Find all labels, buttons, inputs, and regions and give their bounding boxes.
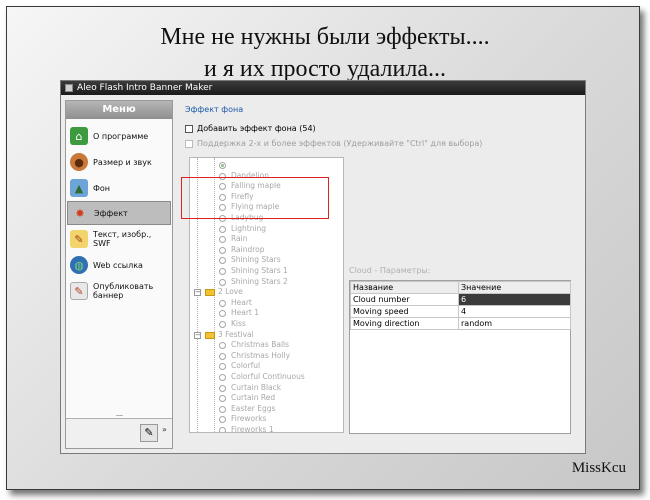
radio-icon[interactable] xyxy=(219,363,226,371)
radio-icon[interactable] xyxy=(219,246,226,254)
checkbox-box[interactable] xyxy=(185,139,193,148)
caption-line-2: и я их просто удалила... xyxy=(203,56,446,82)
sidebar-item-effect[interactable]: ✸ Эффект xyxy=(67,201,171,225)
radio-icon[interactable] xyxy=(219,395,226,403)
caption-line-1: Мне не нужны были эффекты.... xyxy=(160,24,490,50)
sparkle-icon: ✸ xyxy=(75,206,85,220)
column-header-name[interactable]: Название xyxy=(350,281,459,294)
pencil-icon: ✎ xyxy=(70,230,88,248)
radio-icon[interactable] xyxy=(219,236,226,244)
radio-icon[interactable] xyxy=(219,405,226,413)
edit-button[interactable]: ✎ xyxy=(140,424,158,442)
params-label: Cloud - Параметры: xyxy=(349,266,431,275)
sidebar-item-about[interactable]: ⌂ О программе xyxy=(67,124,171,148)
radio-icon[interactable] xyxy=(219,257,226,265)
table-row[interactable]: Moving speed 4 xyxy=(350,305,571,318)
param-name: Moving direction xyxy=(350,317,459,330)
sidebar-item-label: Опубликовать баннер xyxy=(93,282,154,300)
sidebar-item-background[interactable]: ▲ Фон xyxy=(67,176,171,200)
radio-icon[interactable] xyxy=(219,299,226,307)
sidebar-item-label: Web ссылка xyxy=(93,260,143,270)
tree-item-label: Heart xyxy=(231,297,252,307)
tree-item-label: 2 Love xyxy=(218,287,243,297)
tree-item-label: Shining Stars 1 xyxy=(231,266,288,275)
sidebar-item-label: Размер и звук xyxy=(93,157,152,167)
window-title: Aleo Flash Intro Banner Maker xyxy=(77,83,213,93)
section-title: Эффект фона xyxy=(185,105,244,114)
radio-icon[interactable] xyxy=(219,310,226,318)
tree-item-label: Heart 1 xyxy=(231,308,260,318)
folder-icon xyxy=(205,289,215,297)
home-icon: ⌂ xyxy=(70,127,88,145)
radio-icon[interactable] xyxy=(219,278,226,286)
publish-icon: ✎ xyxy=(70,282,88,300)
sidebar-item-label: Эффект xyxy=(94,208,128,218)
param-value[interactable]: random xyxy=(458,317,571,330)
multi-effect-checkbox[interactable]: Поддержка 2-х и более эффектов (Удержива… xyxy=(185,139,482,148)
signature: MissKcu xyxy=(571,460,626,476)
tree-item-label: Colorful xyxy=(231,361,261,371)
param-value[interactable]: 4 xyxy=(458,305,571,318)
radio-icon[interactable] xyxy=(219,225,226,233)
title-bar: Aleo Flash Intro Banner Maker xyxy=(61,81,585,95)
sidebar-item-size-sound[interactable]: ● Размер и звук xyxy=(67,150,171,174)
checkbox-box[interactable] xyxy=(185,124,193,133)
table-row[interactable]: Cloud number 6 xyxy=(350,293,571,306)
collapse-icon[interactable]: − xyxy=(194,331,201,339)
image-icon: ▲ xyxy=(70,179,88,197)
sidebar-item-text-image[interactable]: ✎ Текст, изобр., SWF xyxy=(67,227,171,251)
param-name: Cloud number xyxy=(350,293,459,306)
column-header-value[interactable]: Значение xyxy=(458,281,571,294)
param-value[interactable]: 6 xyxy=(458,293,571,306)
tree-item-label: Christmas Balls xyxy=(231,340,290,350)
sidebar-item-label: Текст, изобр., SWF xyxy=(93,230,152,248)
radio-icon[interactable] xyxy=(219,416,226,424)
tree-item-label: Shining Stars 2 xyxy=(231,276,288,286)
tree-item-label: Curtain Red xyxy=(231,393,276,403)
sidebar: Меню ⌂ О программе ● Размер и звук ▲ Фон… xyxy=(65,100,173,449)
params-table[interactable]: Название Значение Cloud number 6 Moving … xyxy=(349,280,571,434)
radio-icon[interactable] xyxy=(219,162,226,169)
sidebar-item-web-link[interactable]: ◍ Web ссылка xyxy=(67,253,171,277)
pencil-icon: ✎ xyxy=(144,426,154,439)
tree-item-label: 3 Festival xyxy=(218,329,254,339)
tree-item-label: Fireworks xyxy=(231,414,267,424)
add-effect-checkbox[interactable]: Добавить эффект фона (54) xyxy=(185,124,316,133)
sidebar-item-label: Фон xyxy=(93,183,111,193)
tree-item-label: Lightning xyxy=(231,223,267,233)
sidebar-item-label: О программе xyxy=(93,131,149,141)
tree-item-label: Kiss xyxy=(231,319,246,328)
sidebar-footer: ✎ » xyxy=(66,418,172,448)
tree-item-label: Shining Stars xyxy=(231,255,281,265)
tree-item-label: Fireworks 1 xyxy=(231,425,274,433)
tree-item-label: Christmas Holly xyxy=(231,350,291,360)
globe-icon: ◍ xyxy=(70,256,88,274)
tree-item-label: Raindrop xyxy=(231,244,265,254)
tree-item-label: Curtain Black xyxy=(231,382,282,392)
tree-item-label: Rain xyxy=(231,234,248,244)
radio-icon[interactable] xyxy=(219,427,226,432)
sidebar-item-publish[interactable]: ✎ Опубликовать баннер xyxy=(67,279,171,303)
radio-icon[interactable] xyxy=(219,374,226,381)
sidebar-header: Меню xyxy=(66,101,172,119)
param-name: Moving speed xyxy=(350,305,459,318)
radio-icon[interactable] xyxy=(219,384,226,392)
collapse-icon[interactable]: − xyxy=(194,289,201,297)
app-icon xyxy=(65,84,73,92)
table-row[interactable]: Moving direction random xyxy=(350,317,571,330)
radio-icon[interactable] xyxy=(219,352,226,360)
expand-arrow-icon[interactable]: » xyxy=(162,425,167,434)
effect-panel: Эффект фона Добавить эффект фона (54) По… xyxy=(179,100,583,449)
radio-icon[interactable] xyxy=(219,321,226,328)
highlight-box xyxy=(181,177,329,219)
tree-item-label: Easter Eggs xyxy=(231,403,276,413)
checkbox-label: Поддержка 2-х и более эффектов (Удержива… xyxy=(197,139,483,148)
cookie-icon: ● xyxy=(70,153,88,171)
radio-icon[interactable] xyxy=(219,342,226,350)
tree-item-label: Colorful Continuous xyxy=(231,372,305,381)
radio-icon[interactable] xyxy=(219,268,226,275)
checkbox-label: Добавить эффект фона (54) xyxy=(197,124,316,133)
folder-icon xyxy=(205,331,215,339)
app-window: Aleo Flash Intro Banner Maker Меню ⌂ О п… xyxy=(60,80,586,454)
